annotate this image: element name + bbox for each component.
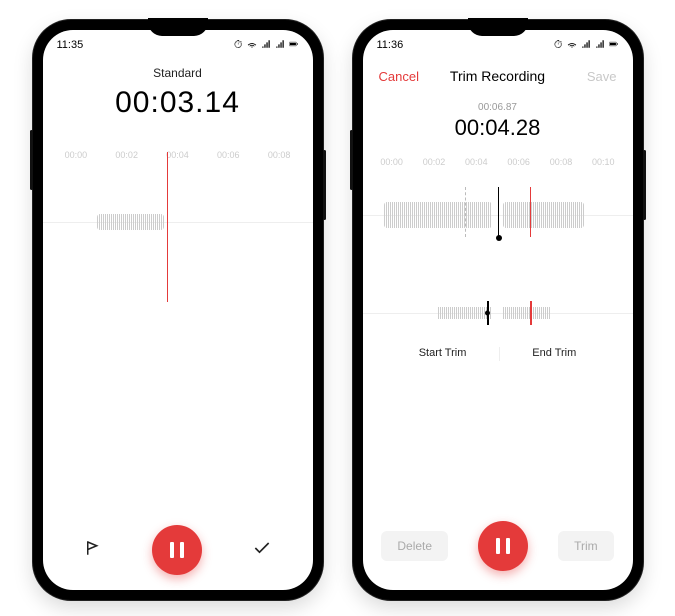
- trim-end-handle[interactable]: [530, 301, 532, 325]
- alarm-icon: ⏱: [234, 39, 243, 52]
- mode-label: Standard: [43, 66, 313, 80]
- trim-start-handle[interactable]: [487, 301, 489, 325]
- playhead-handle[interactable]: [498, 187, 499, 237]
- waveform: [43, 172, 313, 272]
- pause-button[interactable]: [152, 525, 202, 575]
- trim-labels: Start Trim End Trim: [363, 347, 633, 361]
- controls: [43, 510, 313, 590]
- wave-segment: [97, 214, 165, 230]
- pause-icon: [496, 538, 510, 554]
- baseline: [363, 313, 633, 314]
- tick: 00:00: [380, 157, 403, 167]
- current-time: 00:04.28: [363, 115, 633, 141]
- page-title: Trim Recording: [450, 68, 545, 84]
- signal-icon: [581, 39, 591, 52]
- tick: 00:00: [65, 150, 88, 160]
- wave-segment: [384, 202, 492, 228]
- signal2-icon: [275, 39, 285, 52]
- alarm-icon: ⏱: [554, 39, 563, 52]
- tick: 00:10: [592, 157, 615, 167]
- signal2-icon: [595, 39, 605, 52]
- tick: 00:08: [268, 150, 291, 160]
- waveform-area[interactable]: 00:00 00:02 00:04 00:06 00:08: [43, 150, 313, 330]
- tick: 00:06: [217, 150, 240, 160]
- wifi-icon: [247, 39, 257, 52]
- battery-icon: [609, 39, 619, 52]
- trim-button[interactable]: Trim: [558, 531, 614, 561]
- tick: 00:06: [507, 157, 530, 167]
- playhead-indicator: [167, 152, 168, 302]
- end-trim-button[interactable]: End Trim: [532, 347, 576, 361]
- divider: [499, 347, 500, 361]
- status-time: 11:35: [57, 39, 84, 51]
- screen: 11:36 ⏱ Cancel Trim Recording Sav: [363, 30, 633, 590]
- baseline: [43, 222, 313, 223]
- app-header: Cancel Trim Recording Save: [363, 56, 633, 96]
- wave-segment: [503, 202, 584, 228]
- notch: [468, 18, 528, 36]
- tick: 00:08: [550, 157, 573, 167]
- battery-icon: [289, 39, 299, 52]
- tick: 00:04: [166, 150, 189, 160]
- tick: 00:04: [465, 157, 488, 167]
- screen: 11:35 ⏱ Standard 00:03.14: [43, 30, 313, 590]
- done-button[interactable]: [252, 538, 272, 563]
- pause-button[interactable]: [478, 521, 528, 571]
- tick: 00:02: [115, 150, 138, 160]
- trim-range-start-marker[interactable]: [465, 187, 466, 237]
- cancel-button[interactable]: Cancel: [379, 69, 419, 84]
- status-icons: ⏱: [234, 39, 299, 52]
- save-button[interactable]: Save: [587, 69, 617, 84]
- overview-waveform[interactable]: [363, 293, 633, 333]
- total-duration: 00:06.87: [363, 102, 633, 113]
- status-time: 11:36: [377, 39, 404, 51]
- tick: 00:02: [423, 157, 446, 167]
- controls: Delete Trim: [363, 510, 633, 590]
- trim-range-end-marker[interactable]: [530, 187, 531, 237]
- notch: [148, 18, 208, 36]
- wave-segment: [503, 307, 552, 319]
- start-trim-button[interactable]: Start Trim: [419, 347, 467, 361]
- phone-recorder: 11:35 ⏱ Standard 00:03.14: [33, 20, 323, 600]
- elapsed-time: 00:03.14: [43, 86, 313, 120]
- content: Standard 00:03.14 00:00 00:02 00:04 00:0…: [43, 56, 313, 510]
- wifi-icon: [567, 39, 577, 52]
- delete-button[interactable]: Delete: [381, 531, 448, 561]
- content: 00:06.87 00:04.28 00:00 00:02 00:04 00:0…: [363, 96, 633, 510]
- status-icons: ⏱: [554, 39, 619, 52]
- time-ticks: 00:00 00:02 00:04 00:06 00:08 00:10: [363, 157, 633, 167]
- time-ticks: 00:00 00:02 00:04 00:06 00:08: [43, 150, 313, 160]
- flag-button[interactable]: [84, 539, 102, 562]
- pause-icon: [170, 542, 184, 558]
- phone-trim: 11:36 ⏱ Cancel Trim Recording Sav: [353, 20, 643, 600]
- waveform-area[interactable]: 00:00 00:02 00:04 00:06 00:08 00:10: [363, 157, 633, 277]
- signal-icon: [261, 39, 271, 52]
